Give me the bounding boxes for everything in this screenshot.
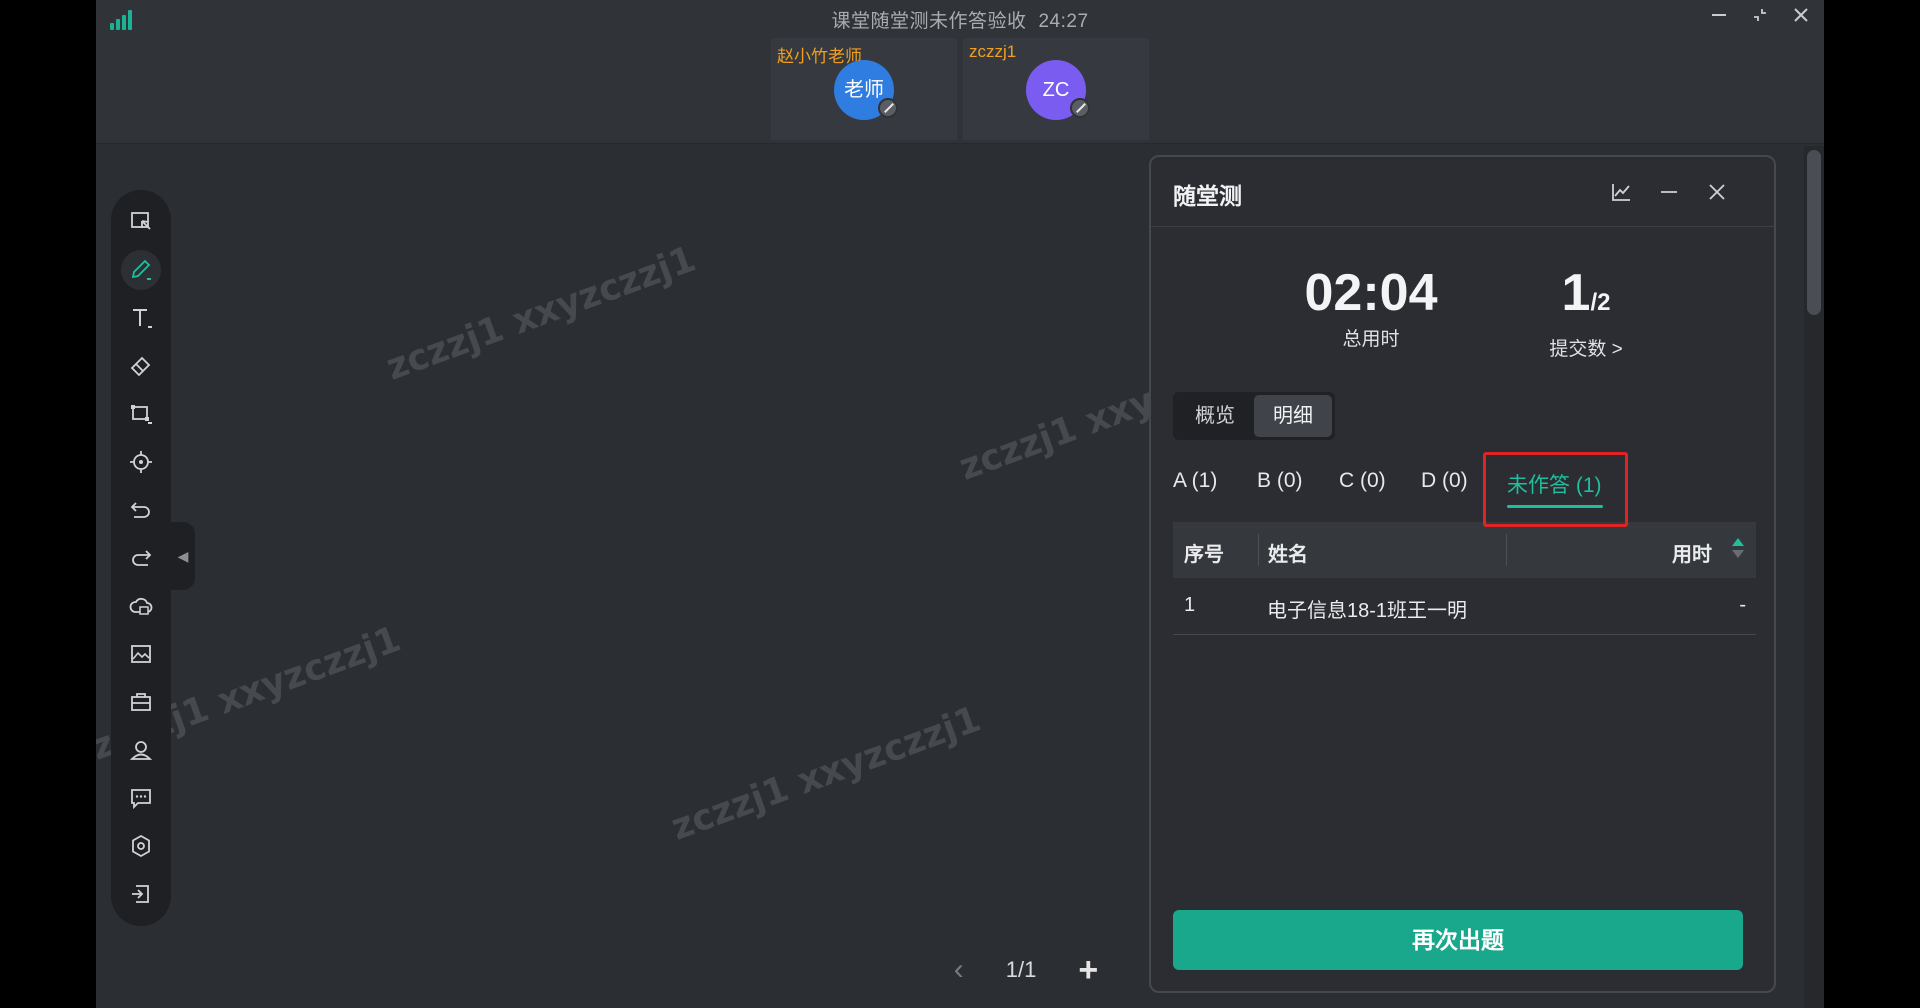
window-title: 课堂随堂测未作答验收 24:27	[96, 6, 1824, 33]
submitted-total: /2	[1590, 289, 1611, 316]
image-icon[interactable]	[121, 634, 161, 674]
row-student-name: 电子信息18-1班王一明	[1267, 600, 1468, 622]
minimize-icon[interactable]	[1654, 177, 1684, 207]
tab-overview[interactable]: 概览	[1176, 395, 1254, 437]
elapsed-timer: 24:27	[1038, 11, 1089, 32]
quiz-panel-header: 随堂测	[1151, 157, 1774, 227]
tab-detail[interactable]: 明细	[1254, 395, 1332, 437]
toolbox-icon[interactable]	[121, 682, 161, 722]
column-header-name: 姓名	[1268, 544, 1308, 566]
mic-muted-icon	[1070, 98, 1090, 118]
restore-icon[interactable]	[1747, 6, 1773, 30]
laser-pointer-icon[interactable]	[121, 442, 161, 482]
chat-icon[interactable]	[121, 778, 161, 818]
close-icon[interactable]	[1788, 6, 1814, 30]
window-title-text: 课堂随堂测未作答验收	[831, 11, 1027, 32]
column-divider	[1506, 534, 1507, 566]
quiz-panel: 随堂测 02:04 总用时 1/2 提交数 > 概览 明细 A (1) B (0…	[1149, 155, 1776, 993]
total-time-stat: 02:04 总用时	[1296, 264, 1446, 351]
participant-tile-student[interactable]: zczzj1 ZC	[963, 38, 1149, 140]
whiteboard-toolbar	[111, 190, 171, 926]
sort-icon[interactable]	[1731, 538, 1745, 562]
chart-icon[interactable]	[1606, 177, 1636, 207]
table-header: 序号 姓名 用时	[1173, 522, 1756, 578]
scrollbar-thumb[interactable]	[1807, 150, 1821, 315]
submitted-label-link[interactable]: 提交数 >	[1516, 334, 1656, 361]
participant-tile-teacher[interactable]: 赵小竹老师 老师	[771, 38, 957, 140]
pen-icon[interactable]	[121, 250, 161, 290]
reissue-question-button[interactable]: 再次出题	[1173, 910, 1743, 970]
undo-icon[interactable]	[121, 490, 161, 530]
shape-icon[interactable]	[121, 394, 161, 434]
view-switcher: 概览 明细	[1173, 392, 1335, 440]
cloud-file-icon[interactable]	[121, 586, 161, 626]
filter-tab-a[interactable]: A (1)	[1173, 469, 1217, 493]
settings-icon[interactable]	[121, 826, 161, 866]
column-header-time[interactable]: 用时	[1672, 538, 1712, 567]
page-indicator: 1/1	[1005, 957, 1037, 982]
mic-muted-icon	[878, 98, 898, 118]
row-index: 1	[1184, 594, 1196, 616]
filter-tab-b[interactable]: B (0)	[1257, 469, 1303, 493]
select-icon[interactable]	[121, 202, 161, 242]
add-page-icon[interactable]: +	[1078, 951, 1098, 990]
page-navigator: ‹ 1/1 +	[876, 950, 1176, 990]
collapse-toolbar-icon[interactable]: ◀	[171, 522, 195, 590]
exit-icon[interactable]	[121, 874, 161, 914]
total-time-value: 02:04	[1304, 264, 1438, 322]
column-header-index: 序号	[1184, 544, 1224, 566]
redo-icon[interactable]	[121, 538, 161, 578]
watermark: zczzj1 xxyzczzj1	[381, 238, 702, 389]
watermark: zczzj1 xxyzczzj1	[666, 698, 987, 849]
prev-page-icon[interactable]: ‹	[954, 953, 964, 987]
submitted-count: 1	[1561, 264, 1591, 322]
filter-tab-c[interactable]: C (0)	[1339, 469, 1386, 493]
quiz-panel-title: 随堂测	[1173, 183, 1242, 209]
row-time: -	[1739, 594, 1746, 616]
minimize-icon[interactable]	[1706, 6, 1732, 30]
participant-name: zczzj1	[969, 42, 1017, 61]
top-bar: 课堂随堂测未作答验收 24:27 赵小竹老师 老师 zczzj1 ZC	[96, 0, 1824, 144]
column-divider	[1258, 534, 1259, 566]
eraser-icon[interactable]	[121, 346, 161, 386]
user-icon[interactable]	[121, 730, 161, 770]
highlight-box	[1483, 452, 1628, 527]
close-icon[interactable]	[1702, 177, 1732, 207]
total-time-label: 总用时	[1342, 329, 1400, 350]
text-icon[interactable]	[121, 298, 161, 338]
filter-tab-d[interactable]: D (0)	[1421, 469, 1468, 493]
submission-count-stat[interactable]: 1/2 提交数 >	[1516, 264, 1656, 361]
table-row[interactable]: 1 电子信息18-1班王一明 -	[1173, 578, 1756, 635]
